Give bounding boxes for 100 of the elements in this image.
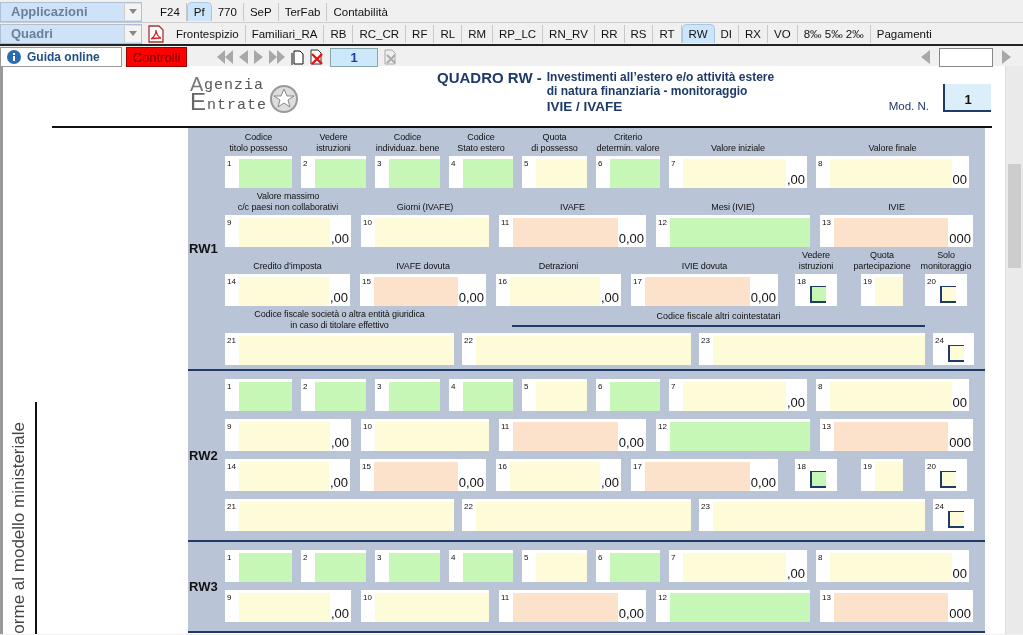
input-field[interactable]: 12: [656, 419, 810, 451]
input-field[interactable]: 10: [361, 215, 489, 247]
input-field[interactable]: 14 ,00: [225, 459, 350, 491]
scrollbar-thumb[interactable]: [1008, 164, 1021, 268]
input-field[interactable]: 7 ,00: [669, 156, 807, 188]
page-input-field[interactable]: [939, 47, 993, 67]
input-field[interactable]: 22: [462, 499, 691, 531]
input-field[interactable]: 6: [596, 379, 660, 411]
input-field[interactable]: 11 0,00: [499, 215, 646, 247]
input-field[interactable]: 14 ,00: [225, 274, 350, 306]
tab[interactable]: Pagamenti: [870, 24, 938, 43]
checkbox[interactable]: [948, 345, 964, 362]
tab[interactable]: 8‰ 5‰ 2‰: [797, 24, 871, 43]
input-field[interactable]: 8 00: [816, 156, 969, 188]
input-field[interactable]: 19: [861, 459, 903, 491]
first-page-icon[interactable]: [217, 50, 233, 64]
tab[interactable]: RC_CR: [353, 24, 407, 43]
input-field[interactable]: 10: [361, 590, 489, 622]
input-field[interactable]: 16 ,00: [496, 274, 621, 306]
input-field[interactable]: 2: [301, 156, 366, 188]
tab[interactable]: RL: [434, 24, 463, 43]
input-field[interactable]: 2: [301, 550, 366, 582]
input-field[interactable]: 5: [522, 379, 587, 411]
tab[interactable]: RF: [406, 24, 435, 43]
checkbox[interactable]: [940, 471, 956, 488]
input-field[interactable]: 5: [522, 550, 587, 582]
tab[interactable]: VO: [768, 24, 798, 43]
previous-icon[interactable]: [921, 50, 930, 64]
input-field[interactable]: 4: [449, 550, 513, 582]
input-field[interactable]: 21: [225, 333, 454, 365]
tab[interactable]: DI: [714, 24, 740, 43]
input-field[interactable]: 9 ,00: [225, 590, 351, 622]
input-field[interactable]: 22: [462, 333, 691, 365]
help-button[interactable]: Guida online: [0, 47, 122, 67]
tab[interactable]: RW: [681, 24, 715, 43]
input-field[interactable]: 8 00: [816, 379, 969, 411]
previous-icon[interactable]: [239, 50, 248, 64]
input-field[interactable]: 21: [225, 499, 454, 531]
tab[interactable]: TerFab: [278, 2, 328, 21]
input-field[interactable]: 13 000: [820, 215, 973, 247]
tab[interactable]: SeP: [243, 2, 279, 21]
input-field[interactable]: 12: [656, 215, 810, 247]
input-field[interactable]: 19: [861, 274, 903, 306]
input-field[interactable]: 7 ,00: [669, 550, 807, 582]
delete-page-icon[interactable]: [310, 49, 324, 65]
tab[interactable]: RN_RV: [543, 24, 595, 43]
input-field[interactable]: 17 0,00: [631, 459, 778, 491]
input-field[interactable]: 10: [361, 419, 489, 451]
new-page-icon[interactable]: [291, 49, 304, 65]
input-field[interactable]: 4: [449, 156, 513, 188]
tab[interactable]: Familiari_RA: [245, 24, 325, 43]
tab[interactable]: RM: [462, 24, 493, 43]
input-field[interactable]: 15 0,00: [360, 459, 486, 491]
checkbox[interactable]: [940, 286, 956, 303]
remove-page-icon[interactable]: [384, 49, 398, 65]
checkbox[interactable]: [948, 511, 964, 528]
input-field[interactable]: 1: [225, 379, 292, 411]
tab[interactable]: RB: [324, 24, 354, 43]
tab[interactable]: 770: [211, 2, 244, 21]
input-field[interactable]: 2: [301, 379, 366, 411]
tab[interactable]: Pf: [186, 2, 212, 21]
input-field[interactable]: 15 0,00: [360, 274, 486, 306]
input-field[interactable]: 4: [449, 379, 513, 411]
input-field[interactable]: 23: [699, 499, 925, 531]
tab[interactable]: RR: [594, 24, 625, 43]
tab[interactable]: RS: [624, 24, 654, 43]
input-field[interactable]: 7 ,00: [669, 379, 807, 411]
checkbox[interactable]: [810, 286, 826, 303]
tab[interactable]: Frontespizio: [170, 24, 246, 43]
checkbox[interactable]: [810, 471, 826, 488]
tab[interactable]: RT: [653, 24, 682, 43]
input-field[interactable]: 9 ,00: [225, 419, 351, 451]
model-number-field[interactable]: 1: [943, 84, 991, 112]
next-icon[interactable]: [254, 50, 263, 64]
input-field[interactable]: 5: [522, 156, 587, 188]
tab[interactable]: F24: [154, 2, 187, 21]
scrollbar[interactable]: [1005, 66, 1023, 634]
pdf-icon[interactable]: [148, 24, 164, 43]
tab[interactable]: RP_LC: [493, 24, 544, 43]
last-page-icon[interactable]: [269, 50, 285, 64]
input-field[interactable]: 16 ,00: [496, 459, 621, 491]
input-field[interactable]: 8 00: [816, 550, 969, 582]
input-field[interactable]: 11 0,00: [499, 419, 646, 451]
input-field[interactable]: 6: [596, 156, 660, 188]
input-field[interactable]: 11 0,00: [499, 590, 646, 622]
input-field[interactable]: 17 0,00: [631, 274, 778, 306]
tab[interactable]: RX: [739, 24, 769, 43]
tab[interactable]: Contabilità: [327, 2, 394, 21]
input-field[interactable]: 12: [656, 590, 810, 622]
input-field[interactable]: 23: [699, 333, 925, 365]
input-field[interactable]: 3: [375, 379, 440, 411]
input-field[interactable]: 1: [225, 156, 292, 188]
next-icon[interactable]: [1002, 50, 1011, 64]
input-field[interactable]: 13 000: [820, 590, 973, 622]
input-field[interactable]: 3: [375, 550, 440, 582]
input-field[interactable]: 3: [375, 156, 440, 188]
input-field[interactable]: 1: [225, 550, 292, 582]
input-field[interactable]: 9 ,00: [225, 215, 351, 247]
input-field[interactable]: 6: [596, 550, 660, 582]
page-field[interactable]: 1: [330, 47, 378, 67]
